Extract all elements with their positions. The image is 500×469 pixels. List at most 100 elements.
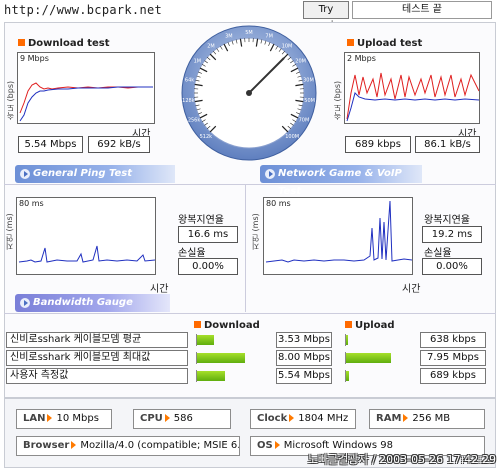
bandwidth-gauge-banner-text: Bandwidth Gauge xyxy=(33,297,133,308)
speedometer-tick-label: 20M xyxy=(295,59,306,65)
game-loss-value: 0.00% xyxy=(422,258,482,275)
ping-graph xyxy=(16,197,156,275)
browser-key-text: Browser xyxy=(23,440,70,451)
speedometer-tick-label: 64k xyxy=(185,77,194,83)
clock-info: Clock 1804 MHz xyxy=(250,409,356,429)
download-axis-label: 속도 (bps) xyxy=(6,80,15,120)
orange-square-icon xyxy=(18,39,25,46)
speedometer-tick-label: 3M xyxy=(225,33,233,39)
speedometer: 512k 256k 128k 64k 1M 2M 3M 5M 7M 10M 20M 30M 50M 70M… xyxy=(180,24,318,162)
divider xyxy=(4,184,496,185)
network-game-banner: Network Game & VoIP Test xyxy=(260,165,422,197)
upload-axis-label: 속도 (bps) xyxy=(333,80,342,120)
divider xyxy=(4,313,496,314)
speedometer-tick-label: 5M xyxy=(245,30,253,36)
upload-kbps-value: 689 kbps xyxy=(345,136,411,153)
download-kbs-value: 692 kB/s xyxy=(88,136,150,153)
triangle-right-icon xyxy=(403,414,409,422)
browser-info: Browser Mozilla/4.0 (compatible; MSIE 6.0 xyxy=(16,436,240,456)
os-key: OS xyxy=(251,440,284,451)
ping-loss-value: 0.00% xyxy=(178,258,238,275)
general-ping-banner: General Ping Test xyxy=(15,165,175,183)
game-loss-label: 손실율 xyxy=(424,248,452,259)
cpu-value: 586 xyxy=(173,413,193,424)
divider xyxy=(245,184,246,312)
game-graph-svg xyxy=(265,200,412,263)
os-key-text: OS xyxy=(257,440,273,451)
try-again-button[interactable]: Try again xyxy=(303,1,349,31)
speedometer-tick-label: 70M xyxy=(299,117,310,123)
bw-upload-track xyxy=(345,352,419,364)
bw-row-label: 사용자 측정값 xyxy=(6,368,188,384)
cpu-info: CPU 586 xyxy=(133,409,231,429)
orange-square-icon xyxy=(347,39,354,46)
clock-value: 1804 MHz xyxy=(298,413,349,424)
bw-download-header: Download xyxy=(194,320,260,331)
lan-key-text: LAN xyxy=(23,413,46,424)
arrow-icon xyxy=(265,169,275,179)
bw-download-track xyxy=(196,352,274,364)
upload-scale-label: 2 Mbps xyxy=(347,54,376,63)
download-title: Download test xyxy=(18,38,110,49)
triangle-right-icon xyxy=(164,414,170,422)
triangle-right-icon xyxy=(274,441,280,449)
bw-upload-track xyxy=(345,370,419,382)
upload-title-text: Upload test xyxy=(357,38,423,49)
ram-key: RAM xyxy=(370,413,412,424)
speedometer-tick-label: 128k xyxy=(182,98,195,104)
cpu-key: CPU xyxy=(134,413,174,424)
download-title-text: Download test xyxy=(28,38,110,49)
bw-upload-bar xyxy=(346,335,349,345)
game-time-label: 시간 xyxy=(402,284,421,295)
needle-hub xyxy=(246,90,252,96)
arrow-icon xyxy=(20,169,30,179)
site-url: http://www.bcpark.net xyxy=(4,3,163,17)
ping-axis-label: 지연 (ms) xyxy=(5,213,14,250)
bw-download-bar xyxy=(197,353,245,363)
bw-upload-value: 7.95 Mbps xyxy=(420,350,486,366)
bw-download-value: 5.54 Mbps xyxy=(276,368,332,384)
lan-value: 10 Mbps xyxy=(56,413,99,424)
ram-info: RAM 256 MB xyxy=(369,409,485,429)
bw-download-value: 8.00 Mbps xyxy=(276,350,332,366)
ping-time-label: 시간 xyxy=(150,284,169,295)
status-field: 테스트 끝 xyxy=(352,1,492,19)
download-graph-svg xyxy=(19,82,153,122)
game-axis-label: 지연 (ms) xyxy=(251,213,260,250)
speedometer-tick-label: 100M xyxy=(285,134,299,140)
upload-series-blue xyxy=(346,92,479,122)
game-graph xyxy=(263,197,413,275)
speedometer-tick-label: 10M xyxy=(282,43,293,49)
ram-value: 256 MB xyxy=(412,413,451,424)
bw-row-label: 신비로sshark 케이블모뎀 최대값 xyxy=(6,350,188,366)
os-value: Microsoft Windows 98 xyxy=(283,440,393,451)
cpu-key-text: CPU xyxy=(140,413,163,424)
speedometer-svg: 512k 256k 128k 64k 1M 2M 3M 5M 7M 10M 20M 30M 50M 70M… xyxy=(181,25,317,161)
bw-row-label: 신비로sshark 케이블모뎀 평균 xyxy=(6,332,188,348)
speedometer-tick-label: 30M xyxy=(303,77,314,83)
orange-square-icon xyxy=(194,321,201,328)
ping-graph-svg xyxy=(18,245,155,263)
speedometer-tick-label: 512k xyxy=(200,134,213,140)
bandwidth-gauge-banner: Bandwidth Gauge xyxy=(15,294,170,312)
bw-upload-value: 689 kbps xyxy=(420,368,486,384)
download-scale-label: 9 Mbps xyxy=(20,54,49,63)
bw-download-bar xyxy=(197,335,214,345)
speedometer-tick-label: 1M xyxy=(194,59,202,65)
bw-download-header-text: Download xyxy=(204,320,260,331)
bw-upload-header: Upload xyxy=(345,320,394,331)
game-series xyxy=(265,200,412,263)
clock-key-text: Clock xyxy=(257,413,288,424)
speedometer-tick-label: 256k xyxy=(188,117,201,123)
upload-kbs-value: 86.1 kB/s xyxy=(415,136,480,153)
lan-info: LAN 10 Mbps xyxy=(16,409,112,429)
game-rtt-value: 19.2 ms xyxy=(422,226,482,243)
upload-title: Upload test xyxy=(347,38,422,49)
speedometer-tick-label: 7M xyxy=(265,33,273,39)
bw-upload-header-text: Upload xyxy=(355,320,395,331)
bw-download-track xyxy=(196,370,274,382)
bw-download-value: 3.53 Mbps xyxy=(276,332,332,348)
download-series-blue xyxy=(19,86,153,122)
bw-upload-bar xyxy=(346,371,349,381)
ping-rtt-label: 왕복지연율 xyxy=(178,215,224,226)
